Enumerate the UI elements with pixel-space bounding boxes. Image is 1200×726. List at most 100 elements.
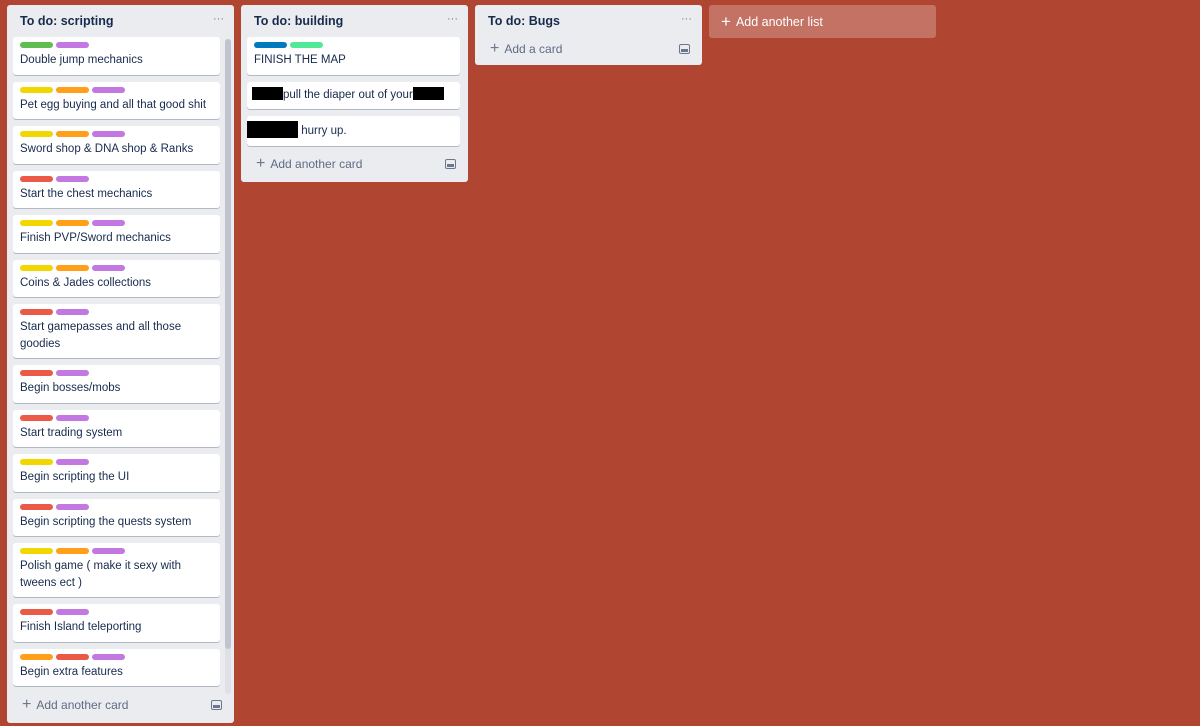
label-red[interactable]: [20, 309, 53, 315]
label-orange[interactable]: [56, 220, 89, 226]
list-bugs: To do: Bugs ··· + Add a card: [475, 5, 702, 65]
scrollbar-thumb[interactable]: [225, 39, 231, 649]
card-title: Begin scripting the UI: [20, 471, 130, 483]
card-labels: [20, 175, 213, 182]
card[interactable]: Coins & Jades collections: [13, 259, 220, 297]
label-red[interactable]: [20, 503, 53, 510]
label-yellow[interactable]: [20, 131, 53, 137]
label-yellow[interactable]: [20, 459, 53, 465]
card-labels: [20, 414, 213, 421]
list-title[interactable]: To do: Bugs: [488, 14, 560, 28]
card[interactable]: Start trading system: [13, 409, 220, 447]
add-card-button[interactable]: + Add another card: [256, 154, 363, 172]
card-title-text: hurry up.: [298, 125, 347, 137]
redaction-block: [247, 121, 298, 138]
list-menu-icon[interactable]: ···: [447, 13, 458, 25]
label-yellow[interactable]: [20, 86, 53, 93]
label-purple[interactable]: [56, 459, 89, 465]
label-green[interactable]: [20, 42, 53, 48]
list-menu-icon[interactable]: ···: [681, 13, 692, 25]
label-red[interactable]: [20, 609, 53, 615]
label-purple[interactable]: [56, 414, 89, 421]
card-title: pull the diaper out of your: [252, 86, 453, 104]
card-labels: [20, 459, 213, 465]
card[interactable]: Finish PVP/Sword mechanics: [13, 215, 220, 253]
label-purple[interactable]: [56, 370, 89, 376]
label-purple[interactable]: [56, 609, 89, 615]
label-purple[interactable]: [56, 175, 89, 182]
card-labels: [20, 220, 213, 226]
card-labels: [20, 131, 213, 137]
card-labels: [20, 370, 213, 376]
list-title[interactable]: To do: building: [254, 14, 343, 28]
add-card-label: Add a card: [504, 42, 563, 56]
card-template-icon[interactable]: [211, 700, 222, 710]
card[interactable]: Finish Island teleporting: [13, 604, 220, 642]
card[interactable]: Begin extra features: [13, 648, 220, 686]
label-purple[interactable]: [92, 86, 125, 93]
card[interactable]: Polish game ( make it sexy with tweens e…: [13, 543, 220, 597]
redaction-block: [252, 86, 283, 100]
card[interactable]: Begin scripting the quests system: [13, 498, 220, 536]
add-card-button[interactable]: + Add another card: [22, 697, 128, 713]
card-title: Finish PVP/Sword mechanics: [20, 232, 171, 244]
add-list-label: Add another list: [735, 14, 823, 29]
label-orange[interactable]: [56, 548, 89, 554]
card[interactable]: Begin scripting the UI: [13, 454, 220, 492]
list-building: To do: building ··· FINISH THE MAP pull t…: [241, 5, 468, 182]
label-purple[interactable]: [92, 220, 125, 226]
label-yellow[interactable]: [20, 220, 53, 226]
label-purple[interactable]: [56, 503, 89, 510]
card[interactable]: Sword shop & DNA shop & Ranks: [13, 126, 220, 164]
card[interactable]: Start gamepasses and all those goodies: [13, 304, 220, 358]
list-menu-icon[interactable]: ···: [213, 13, 224, 25]
label-red[interactable]: [20, 370, 53, 376]
card-title: hurry up.: [247, 121, 453, 140]
list-footer: + Add another card: [241, 146, 468, 182]
label-orange[interactable]: [20, 653, 53, 660]
list-title[interactable]: To do: scripting: [20, 14, 114, 28]
card-title: Polish game ( make it sexy with tweens e…: [20, 560, 182, 589]
card-labels: [20, 86, 213, 93]
redaction-block: [412, 86, 444, 100]
label-lime[interactable]: [290, 42, 323, 48]
card[interactable]: Begin bosses/mobs: [13, 365, 220, 403]
label-purple[interactable]: [56, 309, 89, 315]
card[interactable]: pull the diaper out of your: [247, 81, 460, 109]
card-title: Coins & Jades collections: [20, 276, 152, 289]
card-title: Pet egg buying and all that good shit: [20, 98, 207, 111]
label-purple[interactable]: [92, 264, 125, 271]
add-card-button[interactable]: + Add a card: [490, 41, 562, 57]
label-purple[interactable]: [92, 548, 125, 554]
card-template-icon[interactable]: [445, 158, 456, 169]
label-red[interactable]: [56, 653, 89, 660]
card-title: Start trading system: [20, 426, 123, 439]
card[interactable]: Pet egg buying and all that good shit: [13, 81, 220, 119]
label-yellow[interactable]: [20, 264, 53, 271]
list-header: To do: building ···: [241, 5, 468, 37]
label-yellow[interactable]: [20, 548, 53, 554]
card-title-text: pull the diaper out of your: [283, 88, 413, 101]
list-scrollbar[interactable]: [225, 39, 231, 694]
label-red[interactable]: [20, 175, 53, 182]
card-labels: [20, 609, 213, 615]
add-card-label: Add another card: [270, 156, 363, 171]
card[interactable]: Start the chest mechanics: [13, 170, 220, 208]
label-purple[interactable]: [92, 653, 125, 660]
label-red[interactable]: [20, 414, 53, 421]
card[interactable]: hurry up.: [247, 116, 460, 146]
card[interactable]: Double jump mechanics: [13, 37, 220, 75]
card[interactable]: FINISH THE MAP: [247, 37, 460, 75]
add-card-label: Add another card: [36, 698, 129, 712]
label-orange[interactable]: [56, 264, 89, 271]
plus-icon: +: [256, 154, 266, 172]
add-list-button[interactable]: + Add another list: [709, 5, 936, 38]
card-title: Double jump mechanics: [20, 54, 143, 66]
label-orange[interactable]: [56, 131, 89, 137]
card-template-icon[interactable]: [679, 44, 690, 54]
label-blue[interactable]: [254, 42, 287, 48]
label-purple[interactable]: [92, 131, 125, 137]
label-purple[interactable]: [56, 42, 89, 48]
label-orange[interactable]: [56, 86, 89, 93]
list-footer: + Add a card: [475, 33, 702, 65]
